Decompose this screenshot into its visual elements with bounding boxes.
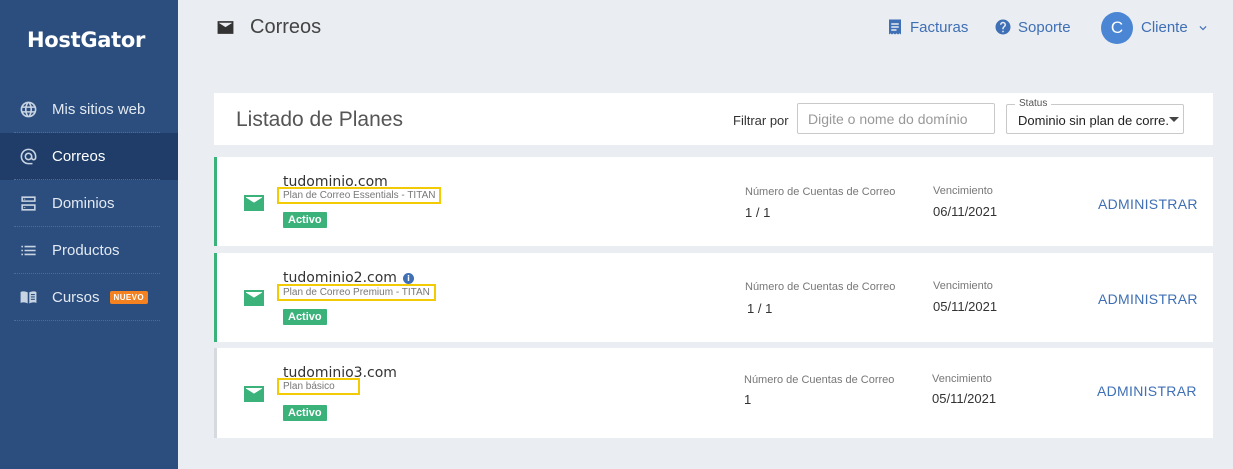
plan-card: tudominio3.com Plan básico Activo Número… [214, 348, 1213, 438]
invoice-icon [889, 19, 901, 35]
invoices-label: Facturas [910, 18, 969, 36]
plan-name: Plan de Correo Premium - TITAN [277, 284, 436, 301]
expiry-label: Vencimiento [932, 373, 992, 385]
plans-list-header: Listado de Planes Filtrar por Status Dom… [214, 93, 1213, 145]
list-icon [18, 241, 38, 261]
invoices-link[interactable]: Facturas [886, 18, 968, 36]
sidebar-item-cursos[interactable]: Cursos NUEVO [0, 274, 178, 321]
sidebar-item-label: Cursos [52, 289, 100, 306]
envelope-icon [217, 21, 234, 34]
status-badge: Activo [283, 309, 327, 325]
expiry-value: 05/11/2021 [933, 299, 998, 314]
administrar-button[interactable]: ADMINISTRAR [1098, 291, 1198, 307]
plan-name: Plan básico [277, 378, 360, 395]
caret-down-icon [1169, 117, 1179, 122]
accounts-label: Número de Cuentas de Correo [745, 186, 896, 198]
plan-name: Plan de Correo Essentials - TITAN [277, 187, 442, 204]
expiry-value: 06/11/2021 [933, 204, 998, 219]
client-menu[interactable]: Cliente [1141, 19, 1210, 36]
sidebar-nav: Mis sitios web Correos Dominios Producto… [0, 86, 178, 321]
page-title-text: Correos [250, 16, 322, 38]
sidebar-item-label: Mis sitios web [52, 101, 146, 118]
status-badge: Activo [283, 212, 327, 228]
at-sign-icon [18, 147, 38, 167]
domain-filter-input[interactable] [797, 103, 995, 134]
accounts-label: Número de Cuentas de Correo [744, 374, 895, 386]
client-label: Cliente [1141, 19, 1188, 36]
mail-icon [244, 290, 264, 306]
chevron-down-icon [1199, 25, 1207, 30]
sidebar-item-label: Productos [52, 242, 120, 259]
avatar[interactable]: C [1101, 12, 1133, 44]
globe-icon [18, 100, 38, 120]
sidebar: HostGator Mis sitios web Correos Dominio… [0, 0, 178, 469]
support-link[interactable]: Soporte [994, 18, 1071, 36]
expiry-value: 05/11/2021 [932, 391, 997, 406]
list-title: Listado de Planes [236, 108, 403, 131]
status-badge: Activo [283, 405, 327, 421]
status-select[interactable]: Status Dominio sin plan de corre... [1006, 98, 1184, 134]
info-icon[interactable]: i [402, 272, 414, 284]
sidebar-item-label: Dominios [52, 195, 115, 212]
sidebar-item-dominios[interactable]: Dominios [0, 180, 178, 227]
sidebar-item-correos[interactable]: Correos [0, 133, 178, 180]
support-label: Soporte [1018, 18, 1071, 36]
page-title: Correos [216, 16, 321, 39]
accounts-value: 1 / 1 [745, 205, 771, 220]
administrar-button[interactable]: ADMINISTRAR [1098, 196, 1198, 212]
filter-label: Filtrar por [733, 113, 789, 128]
book-icon [18, 288, 38, 308]
status-select-value: Dominio sin plan de corre... [1018, 113, 1168, 128]
expiry-label: Vencimiento [933, 280, 993, 292]
plan-card: tudominio2.com i Plan de Correo Premium -… [214, 253, 1213, 342]
mail-icon [244, 386, 264, 402]
new-badge: NUEVO [109, 291, 148, 304]
status-select-legend: Status [1015, 98, 1052, 109]
plan-card: tudominio.com Plan de Correo Essentials … [214, 157, 1213, 246]
mail-icon [244, 195, 264, 211]
server-icon [18, 194, 38, 214]
help-icon [995, 19, 1011, 35]
accounts-value: 1 [744, 392, 752, 407]
accounts-value: 1 / 1 [747, 301, 773, 316]
sidebar-item-mis-sitios-web[interactable]: Mis sitios web [0, 86, 178, 133]
expiry-label: Vencimiento [933, 185, 993, 197]
sidebar-item-label: Correos [52, 148, 106, 165]
sidebar-item-productos[interactable]: Productos [0, 227, 178, 274]
hostgator-logo[interactable]: HostGator [27, 28, 145, 52]
administrar-button[interactable]: ADMINISTRAR [1097, 383, 1197, 399]
accounts-label: Número de Cuentas de Correo [745, 281, 896, 293]
